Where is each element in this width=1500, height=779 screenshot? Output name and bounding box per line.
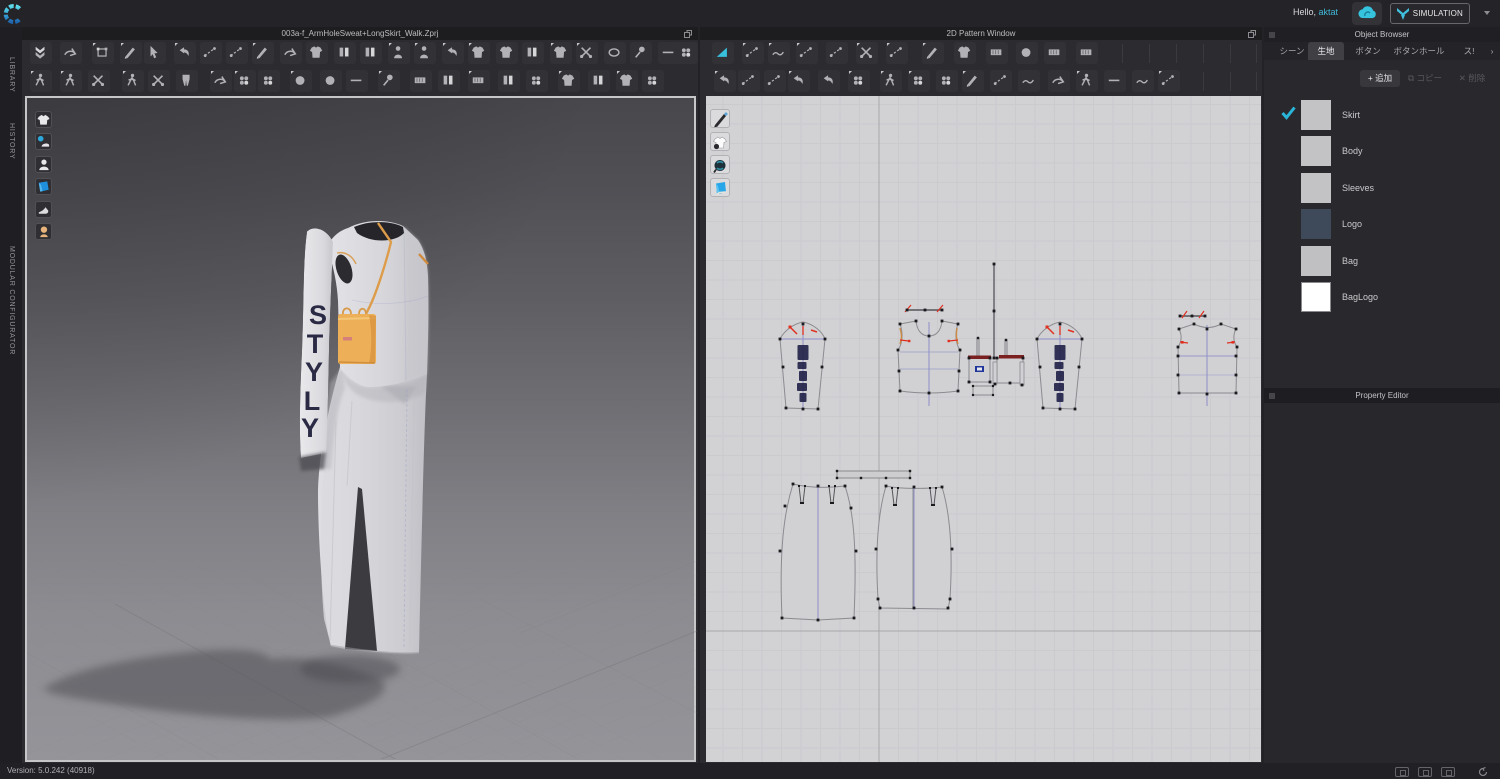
svg-text:T: T [307, 329, 324, 359]
svg-text:L: L [304, 386, 321, 416]
svg-text:Y: Y [305, 357, 323, 387]
svg-text:S: S [309, 300, 327, 330]
svg-text:Y: Y [301, 413, 319, 443]
